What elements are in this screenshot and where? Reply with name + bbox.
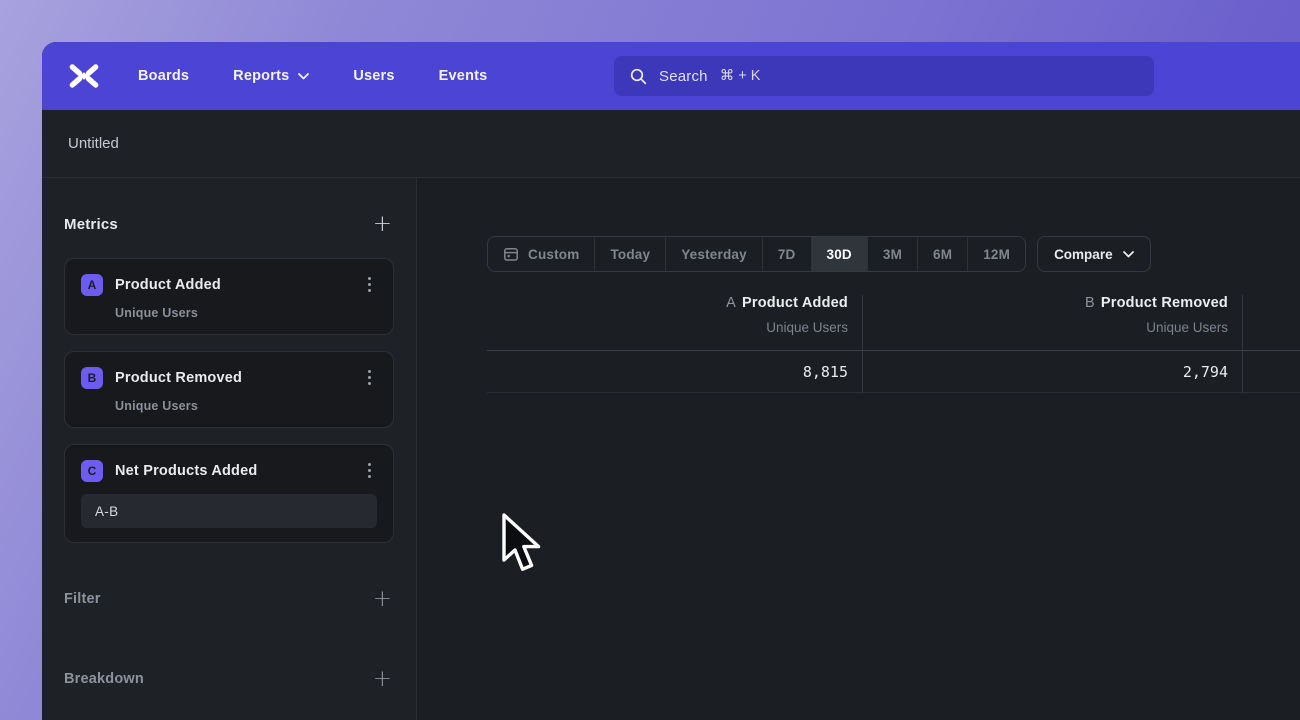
column-subtitle: Unique Users: [863, 320, 1228, 335]
metric-options-kebab-icon[interactable]: [362, 273, 377, 296]
column-subtitle: Unique Users: [487, 320, 848, 335]
date-range-3m[interactable]: 3M: [867, 237, 917, 271]
column-header-b[interactable]: B Product Removed Unique Users: [863, 295, 1243, 351]
metric-name[interactable]: Product Removed: [115, 370, 242, 386]
metric-options-kebab-icon[interactable]: [362, 366, 377, 389]
metric-measurement[interactable]: Unique Users: [115, 399, 377, 413]
add-breakdown-button[interactable]: +: [371, 669, 394, 689]
table-value-overflow: [1243, 351, 1300, 393]
metric-card-a[interactable]: A Product Added Unique Users: [64, 258, 394, 335]
nav-item-label: Reports: [233, 68, 289, 84]
metric-measurement[interactable]: Unique Users: [115, 306, 377, 320]
calendar-icon: [503, 246, 519, 262]
metric-letter-badge: C: [81, 460, 103, 482]
search-input[interactable]: Search ⌘ + K: [614, 56, 1154, 96]
chevron-down-icon: [298, 73, 309, 80]
nav-item-label: Events: [439, 68, 488, 84]
column-header-a[interactable]: A Product Added Unique Users: [487, 295, 863, 351]
breakdown-title: Breakdown: [64, 671, 144, 687]
metric-options-kebab-icon[interactable]: [362, 459, 377, 482]
column-letter: A: [726, 295, 736, 311]
report-title[interactable]: Untitled: [68, 135, 119, 152]
metric-name[interactable]: Net Products Added: [115, 463, 257, 479]
column-title: Product Added: [742, 295, 848, 311]
date-range-label: Custom: [528, 247, 579, 262]
metrics-section-header: Metrics +: [64, 212, 394, 236]
mixpanel-logo-icon[interactable]: [66, 62, 102, 90]
nav-item-events[interactable]: Events: [439, 68, 488, 84]
nav-item-users[interactable]: Users: [353, 68, 394, 84]
search-shortcut: ⌘ + K: [720, 68, 761, 84]
metric-letter-badge: B: [81, 367, 103, 389]
metric-card-b[interactable]: B Product Removed Unique Users: [64, 351, 394, 428]
mouse-cursor: [495, 512, 545, 578]
date-range-30d-selected[interactable]: 30D: [811, 237, 867, 271]
breakdown-section-header: Breakdown +: [64, 667, 394, 691]
date-range-7d[interactable]: 7D: [762, 237, 811, 271]
report-header: Untitled: [42, 110, 1300, 178]
filter-section-header: Filter +: [64, 587, 394, 611]
filter-title: Filter: [64, 591, 101, 607]
column-letter: B: [1085, 295, 1095, 311]
chevron-down-icon: [1123, 251, 1134, 258]
add-filter-button[interactable]: +: [371, 589, 394, 609]
nav-item-reports[interactable]: Reports: [233, 68, 309, 84]
metric-name[interactable]: Product Added: [115, 277, 221, 293]
date-range-12m[interactable]: 12M: [967, 237, 1025, 271]
column-title: Product Removed: [1101, 295, 1228, 311]
search-icon: [630, 68, 647, 85]
date-range-today[interactable]: Today: [594, 237, 665, 271]
compare-button[interactable]: Compare: [1037, 236, 1151, 272]
column-header-overflow: [1243, 295, 1300, 351]
date-range-6m[interactable]: 6M: [917, 237, 967, 271]
formula-input[interactable]: A-B: [81, 494, 377, 528]
add-metric-button[interactable]: +: [371, 214, 394, 234]
nav-item-boards[interactable]: Boards: [138, 68, 189, 84]
app-window: Boards Reports Users Events Search ⌘ + K: [42, 42, 1300, 720]
results-pane: Custom Today Yesterday 7D 30D 3M 6M 12M …: [417, 178, 1300, 720]
metrics-title: Metrics: [64, 216, 118, 233]
search-placeholder: Search: [659, 68, 708, 85]
date-range-picker: Custom Today Yesterday 7D 30D 3M 6M 12M: [487, 236, 1026, 272]
nav-item-label: Users: [353, 68, 394, 84]
query-sidebar: Metrics + A Product Added Unique Users B…: [42, 178, 417, 720]
table-value-b[interactable]: 2,794: [863, 351, 1243, 393]
metric-letter-badge: A: [81, 274, 103, 296]
date-range-custom[interactable]: Custom: [488, 237, 594, 271]
compare-label: Compare: [1054, 247, 1113, 262]
date-range-yesterday[interactable]: Yesterday: [665, 237, 762, 271]
top-nav: Boards Reports Users Events Search ⌘ + K: [42, 42, 1300, 110]
metric-card-c[interactable]: C Net Products Added A-B: [64, 444, 394, 543]
results-table: A Product Added Unique Users B Product Rem…: [487, 295, 1300, 393]
table-value-a[interactable]: 8,815: [487, 351, 863, 393]
nav-item-label: Boards: [138, 68, 189, 84]
